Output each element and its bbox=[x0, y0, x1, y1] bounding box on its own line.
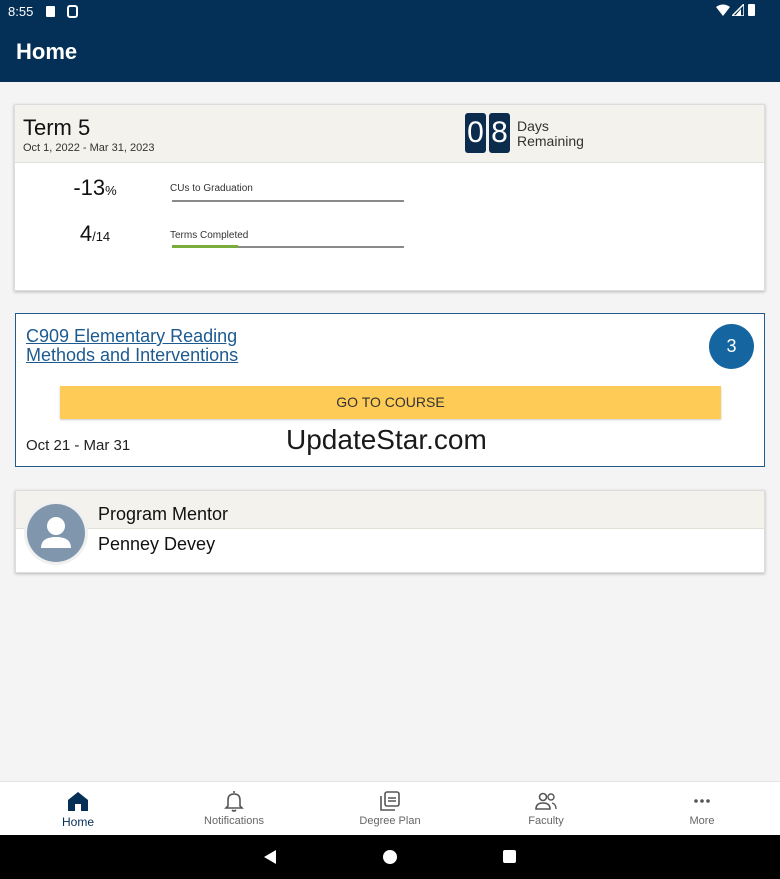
course-title-link[interactable]: C909 Elementary Reading Methods and Inte… bbox=[26, 327, 286, 365]
terms-value: 4/14 bbox=[35, 221, 155, 247]
cus-number: -13 bbox=[73, 175, 106, 200]
term-card: Term 5 Oct 1, 2022 - Mar 31, 2023 0 8 Da… bbox=[14, 104, 765, 291]
nav-more[interactable]: More bbox=[624, 782, 780, 836]
sd-card-icon bbox=[46, 6, 55, 17]
nav-home[interactable]: Home bbox=[0, 782, 156, 836]
nav-notifications-label: Notifications bbox=[204, 815, 264, 827]
course-title-line2[interactable]: Methods and Interventions bbox=[26, 346, 286, 365]
nav-home-label: Home bbox=[61, 815, 94, 829]
terms-progress-bar bbox=[172, 245, 404, 248]
course-dates: Oct 21 - Mar 31 bbox=[26, 437, 131, 454]
nav-faculty-label: Faculty bbox=[528, 815, 564, 827]
days-digit-tens: 0 bbox=[465, 113, 486, 153]
cus-label: CUs to Graduation bbox=[170, 183, 253, 194]
wifi-icon bbox=[716, 4, 730, 16]
term-dates: Oct 1, 2022 - Mar 31, 2023 bbox=[23, 142, 155, 154]
cus-progress-bar bbox=[172, 200, 404, 202]
avatar-person-icon bbox=[27, 504, 85, 562]
degree-plan-icon bbox=[380, 791, 400, 811]
mentor-card[interactable]: Program Mentor Penney Devey bbox=[15, 490, 765, 573]
status-icons bbox=[716, 4, 756, 18]
go-to-course-button[interactable]: GO TO COURSE bbox=[60, 386, 721, 419]
bell-icon bbox=[224, 791, 244, 812]
nav-degree-plan[interactable]: Degree Plan bbox=[312, 782, 468, 836]
more-icon bbox=[694, 799, 710, 803]
days-digit-ones: 8 bbox=[489, 113, 510, 153]
app-bar: 8:55 Home bbox=[0, 0, 780, 82]
days-label-line1: Days bbox=[517, 118, 549, 134]
terms-number: 4 bbox=[79, 221, 93, 246]
system-navigation-bar bbox=[0, 835, 780, 879]
mentor-role: Program Mentor bbox=[98, 504, 229, 524]
nav-degree-plan-label: Degree Plan bbox=[359, 815, 421, 827]
days-remaining-label: Days Remaining bbox=[517, 119, 607, 149]
nav-more-label: More bbox=[689, 815, 715, 827]
course-count-badge[interactable]: 3 bbox=[709, 324, 754, 369]
signal-icon bbox=[732, 4, 744, 16]
mentor-name: Penney Devey bbox=[98, 534, 216, 554]
faculty-icon bbox=[535, 792, 557, 810]
page-title: Home bbox=[16, 39, 78, 64]
days-label-line2: Remaining bbox=[517, 133, 584, 149]
terms-progress-fill bbox=[172, 245, 239, 248]
battery-icon bbox=[748, 4, 755, 16]
cus-suffix: % bbox=[105, 183, 117, 198]
status-time: 8:55 bbox=[8, 4, 34, 19]
term-title: Term 5 bbox=[23, 115, 91, 140]
status-bar: 8:55 bbox=[0, 0, 780, 24]
home-icon bbox=[68, 792, 88, 811]
course-title-line1[interactable]: C909 Elementary Reading bbox=[26, 327, 286, 346]
back-icon[interactable] bbox=[262, 849, 278, 865]
bottom-navigation: Home Notifications Degree Plan Faculty M… bbox=[0, 781, 780, 835]
cus-value: -13% bbox=[35, 175, 155, 201]
avatar bbox=[24, 501, 88, 565]
watermark-text: UpdateStar.com bbox=[286, 424, 487, 455]
app-notification-icon bbox=[67, 5, 78, 18]
term-header: Term 5 Oct 1, 2022 - Mar 31, 2023 0 8 Da… bbox=[15, 105, 764, 163]
recents-icon[interactable] bbox=[503, 850, 516, 863]
nav-notifications[interactable]: Notifications bbox=[156, 782, 312, 836]
home-circle-icon[interactable] bbox=[383, 850, 397, 864]
terms-suffix: /14 bbox=[92, 229, 111, 244]
nav-faculty[interactable]: Faculty bbox=[468, 782, 624, 836]
terms-label: Terms Completed bbox=[170, 230, 249, 241]
